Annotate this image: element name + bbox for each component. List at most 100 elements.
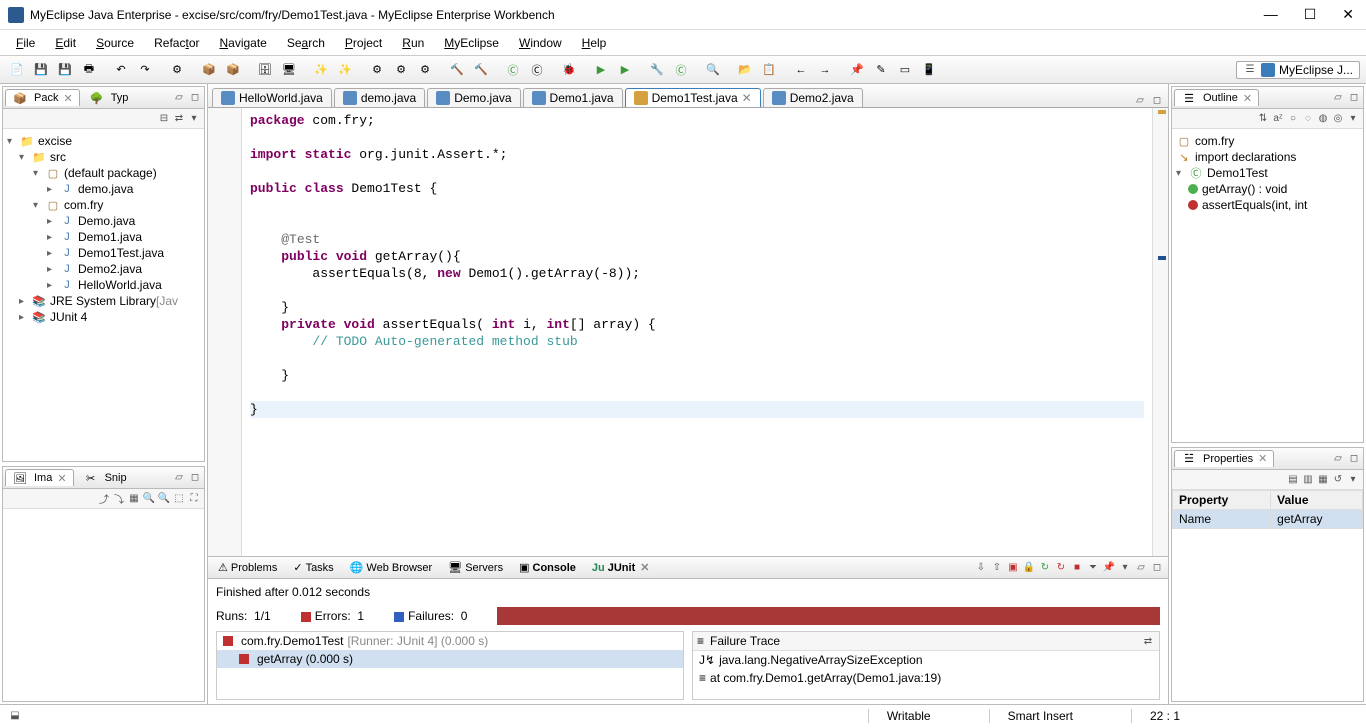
hide-fields-icon[interactable]: ○ [1286, 112, 1300, 126]
filter-icon[interactable]: ▥ [1301, 472, 1315, 486]
history-icon[interactable]: ⏷ [1086, 561, 1100, 575]
new-class-button[interactable]: Ⓒ [670, 59, 692, 81]
menu-navigate[interactable]: Navigate [211, 34, 274, 52]
editor-tab-active[interactable]: Demo1Test.java✕ [625, 88, 761, 107]
maximize-view-icon[interactable]: ◻ [1347, 451, 1361, 465]
run-button[interactable]: ▶ [590, 59, 612, 81]
zoom-in-icon[interactable]: 🔍 [157, 492, 171, 506]
menu-refactor[interactable]: Refactor [146, 34, 207, 52]
maximize-view-icon[interactable]: ◻ [1150, 561, 1164, 575]
wizard-button[interactable]: ✨ [310, 59, 332, 81]
link-editor-icon[interactable]: ⇄ [172, 112, 186, 126]
editor-gutter[interactable] [208, 108, 242, 556]
pin-button[interactable]: 📌 [846, 59, 868, 81]
categories-icon[interactable]: ▤ [1286, 472, 1300, 486]
menu-help[interactable]: Help [574, 34, 615, 52]
redo-button[interactable]: ↷ [134, 59, 156, 81]
maximize-view-icon[interactable]: ◻ [188, 471, 202, 485]
package-explorer-tab[interactable]: 📦 Pack ✕ [5, 89, 80, 106]
editor-tab[interactable]: demo.java [334, 88, 425, 107]
close-icon[interactable]: ✕ [640, 561, 649, 574]
close-icon[interactable]: ✕ [57, 472, 66, 485]
hide-static-icon[interactable]: ◌ [1301, 112, 1315, 126]
minimize-button[interactable]: — [1260, 6, 1282, 23]
maximize-editor-icon[interactable]: ◻ [1150, 93, 1164, 107]
col-property[interactable]: Property [1173, 490, 1271, 509]
menu-project[interactable]: Project [337, 34, 390, 52]
phone-button[interactable]: 📱 [918, 59, 940, 81]
outline-tree[interactable]: ▢com.fry ↘import declarations ▾ⒸDemo1Tes… [1172, 129, 1363, 442]
pin-icon[interactable]: 📌 [1102, 561, 1116, 575]
save-all-button[interactable]: 💾 [54, 59, 76, 81]
fit-icon[interactable]: ⬚ [172, 492, 186, 506]
full-icon[interactable]: ⛶ [187, 492, 201, 506]
server-button[interactable]: 🖥 [278, 59, 300, 81]
servers-tab[interactable]: 🖥 Servers [442, 560, 509, 575]
property-row[interactable]: NamegetArray [1173, 509, 1363, 528]
web-browser-tab[interactable]: 🌐 Web Browser [344, 560, 439, 575]
perspective-switcher[interactable]: ☰ MyEclipse J... [1236, 61, 1360, 79]
ext-tools-button[interactable]: 🔧 [646, 59, 668, 81]
view-menu-icon[interactable]: ▾ [1346, 112, 1360, 126]
maximize-view-icon[interactable]: ◻ [188, 91, 202, 105]
menu-run[interactable]: Run [394, 34, 432, 52]
config3-button[interactable]: ⚙ [414, 59, 436, 81]
crop-icon[interactable]: ▦ [127, 492, 141, 506]
save-button[interactable]: 💾 [30, 59, 52, 81]
minimize-view-icon[interactable]: ▱ [1331, 451, 1345, 465]
close-icon[interactable]: ✕ [742, 91, 752, 105]
minimize-view-icon[interactable]: ▱ [172, 471, 186, 485]
wizard2-button[interactable]: ✨ [334, 59, 356, 81]
col-value[interactable]: Value [1271, 490, 1363, 509]
build2-button[interactable]: 🔨 [470, 59, 492, 81]
minimize-editor-icon[interactable]: ▱ [1133, 93, 1147, 107]
editor-tab[interactable]: Demo.java [427, 88, 520, 107]
db-button[interactable]: 🗄 [254, 59, 276, 81]
debug-button[interactable]: 🐞 [558, 59, 580, 81]
edit-button[interactable]: ✎ [870, 59, 892, 81]
overview-ruler[interactable] [1152, 108, 1168, 556]
az-icon[interactable]: aᶻ [1271, 112, 1285, 126]
tasks-tab[interactable]: ✓ Tasks [287, 560, 339, 575]
test-method-row[interactable]: getArray (0.000 s) [217, 650, 683, 668]
open-task-button[interactable]: 📋 [758, 59, 780, 81]
menu-myeclipse[interactable]: MyEclipse [436, 34, 507, 52]
config-button[interactable]: ⚙ [366, 59, 388, 81]
screen-button[interactable]: ▭ [894, 59, 916, 81]
snippets-tab[interactable]: ✂ Snip [76, 469, 134, 486]
nav-back-button[interactable]: ← [790, 59, 812, 81]
menu-source[interactable]: Source [88, 34, 142, 52]
sort-icon[interactable]: ⇅ [1256, 112, 1270, 126]
test-class-row[interactable]: com.fry.Demo1Test [Runner: JUnit 4] (0.0… [217, 632, 683, 650]
menu-search[interactable]: Search [279, 34, 333, 52]
class-button[interactable]: Ⓒ [502, 59, 524, 81]
open-type-button[interactable]: 📂 [734, 59, 756, 81]
trace-line[interactable]: J↯java.lang.NegativeArraySizeException [693, 651, 1159, 669]
type-hierarchy-tab[interactable]: 🌳 Typ [82, 89, 136, 106]
open-perspective-icon[interactable]: ☰ [1243, 63, 1257, 77]
zoom-out-icon[interactable]: 🔍 [142, 492, 156, 506]
menu-file[interactable]: File [8, 34, 43, 52]
show-view-icon[interactable]: ⬓ [8, 709, 22, 723]
scroll-lock-icon[interactable]: 🔒 [1022, 561, 1036, 575]
build-button[interactable]: 🔨 [446, 59, 468, 81]
new-button[interactable]: 📄 [6, 59, 28, 81]
trace-line[interactable]: ≡at com.fry.Demo1.getArray(Demo1.java:19… [693, 669, 1159, 687]
image-preview-tab[interactable]: 🖼 Ima ✕ [5, 469, 74, 486]
console-tab[interactable]: ▣ Console [513, 560, 582, 575]
maximize-view-icon[interactable]: ◻ [1347, 91, 1361, 105]
nav-icon[interactable]: ⤵ [112, 492, 126, 506]
view-menu-icon[interactable]: ▾ [187, 112, 201, 126]
view-menu-icon[interactable]: ▾ [1118, 561, 1132, 575]
hide-local-icon[interactable]: ◎ [1331, 112, 1345, 126]
editor-tab[interactable]: Demo1.java [523, 88, 623, 107]
show-fail-icon[interactable]: ▣ [1006, 561, 1020, 575]
hide-nonpublic-icon[interactable]: ◍ [1316, 112, 1330, 126]
rerun-fail-icon[interactable]: ↻ [1054, 561, 1068, 575]
close-icon[interactable]: ✕ [1243, 92, 1252, 105]
search-button[interactable]: 🔍 [702, 59, 724, 81]
package-explorer-tree[interactable]: ▾📁excise ▾📁src ▾▢(default package) ▸Jdem… [3, 129, 204, 461]
print-button[interactable]: 🖶 [78, 59, 100, 81]
problems-tab[interactable]: ⚠ Problems [212, 560, 283, 575]
outline-tab[interactable]: ☰ Outline ✕ [1174, 89, 1259, 106]
